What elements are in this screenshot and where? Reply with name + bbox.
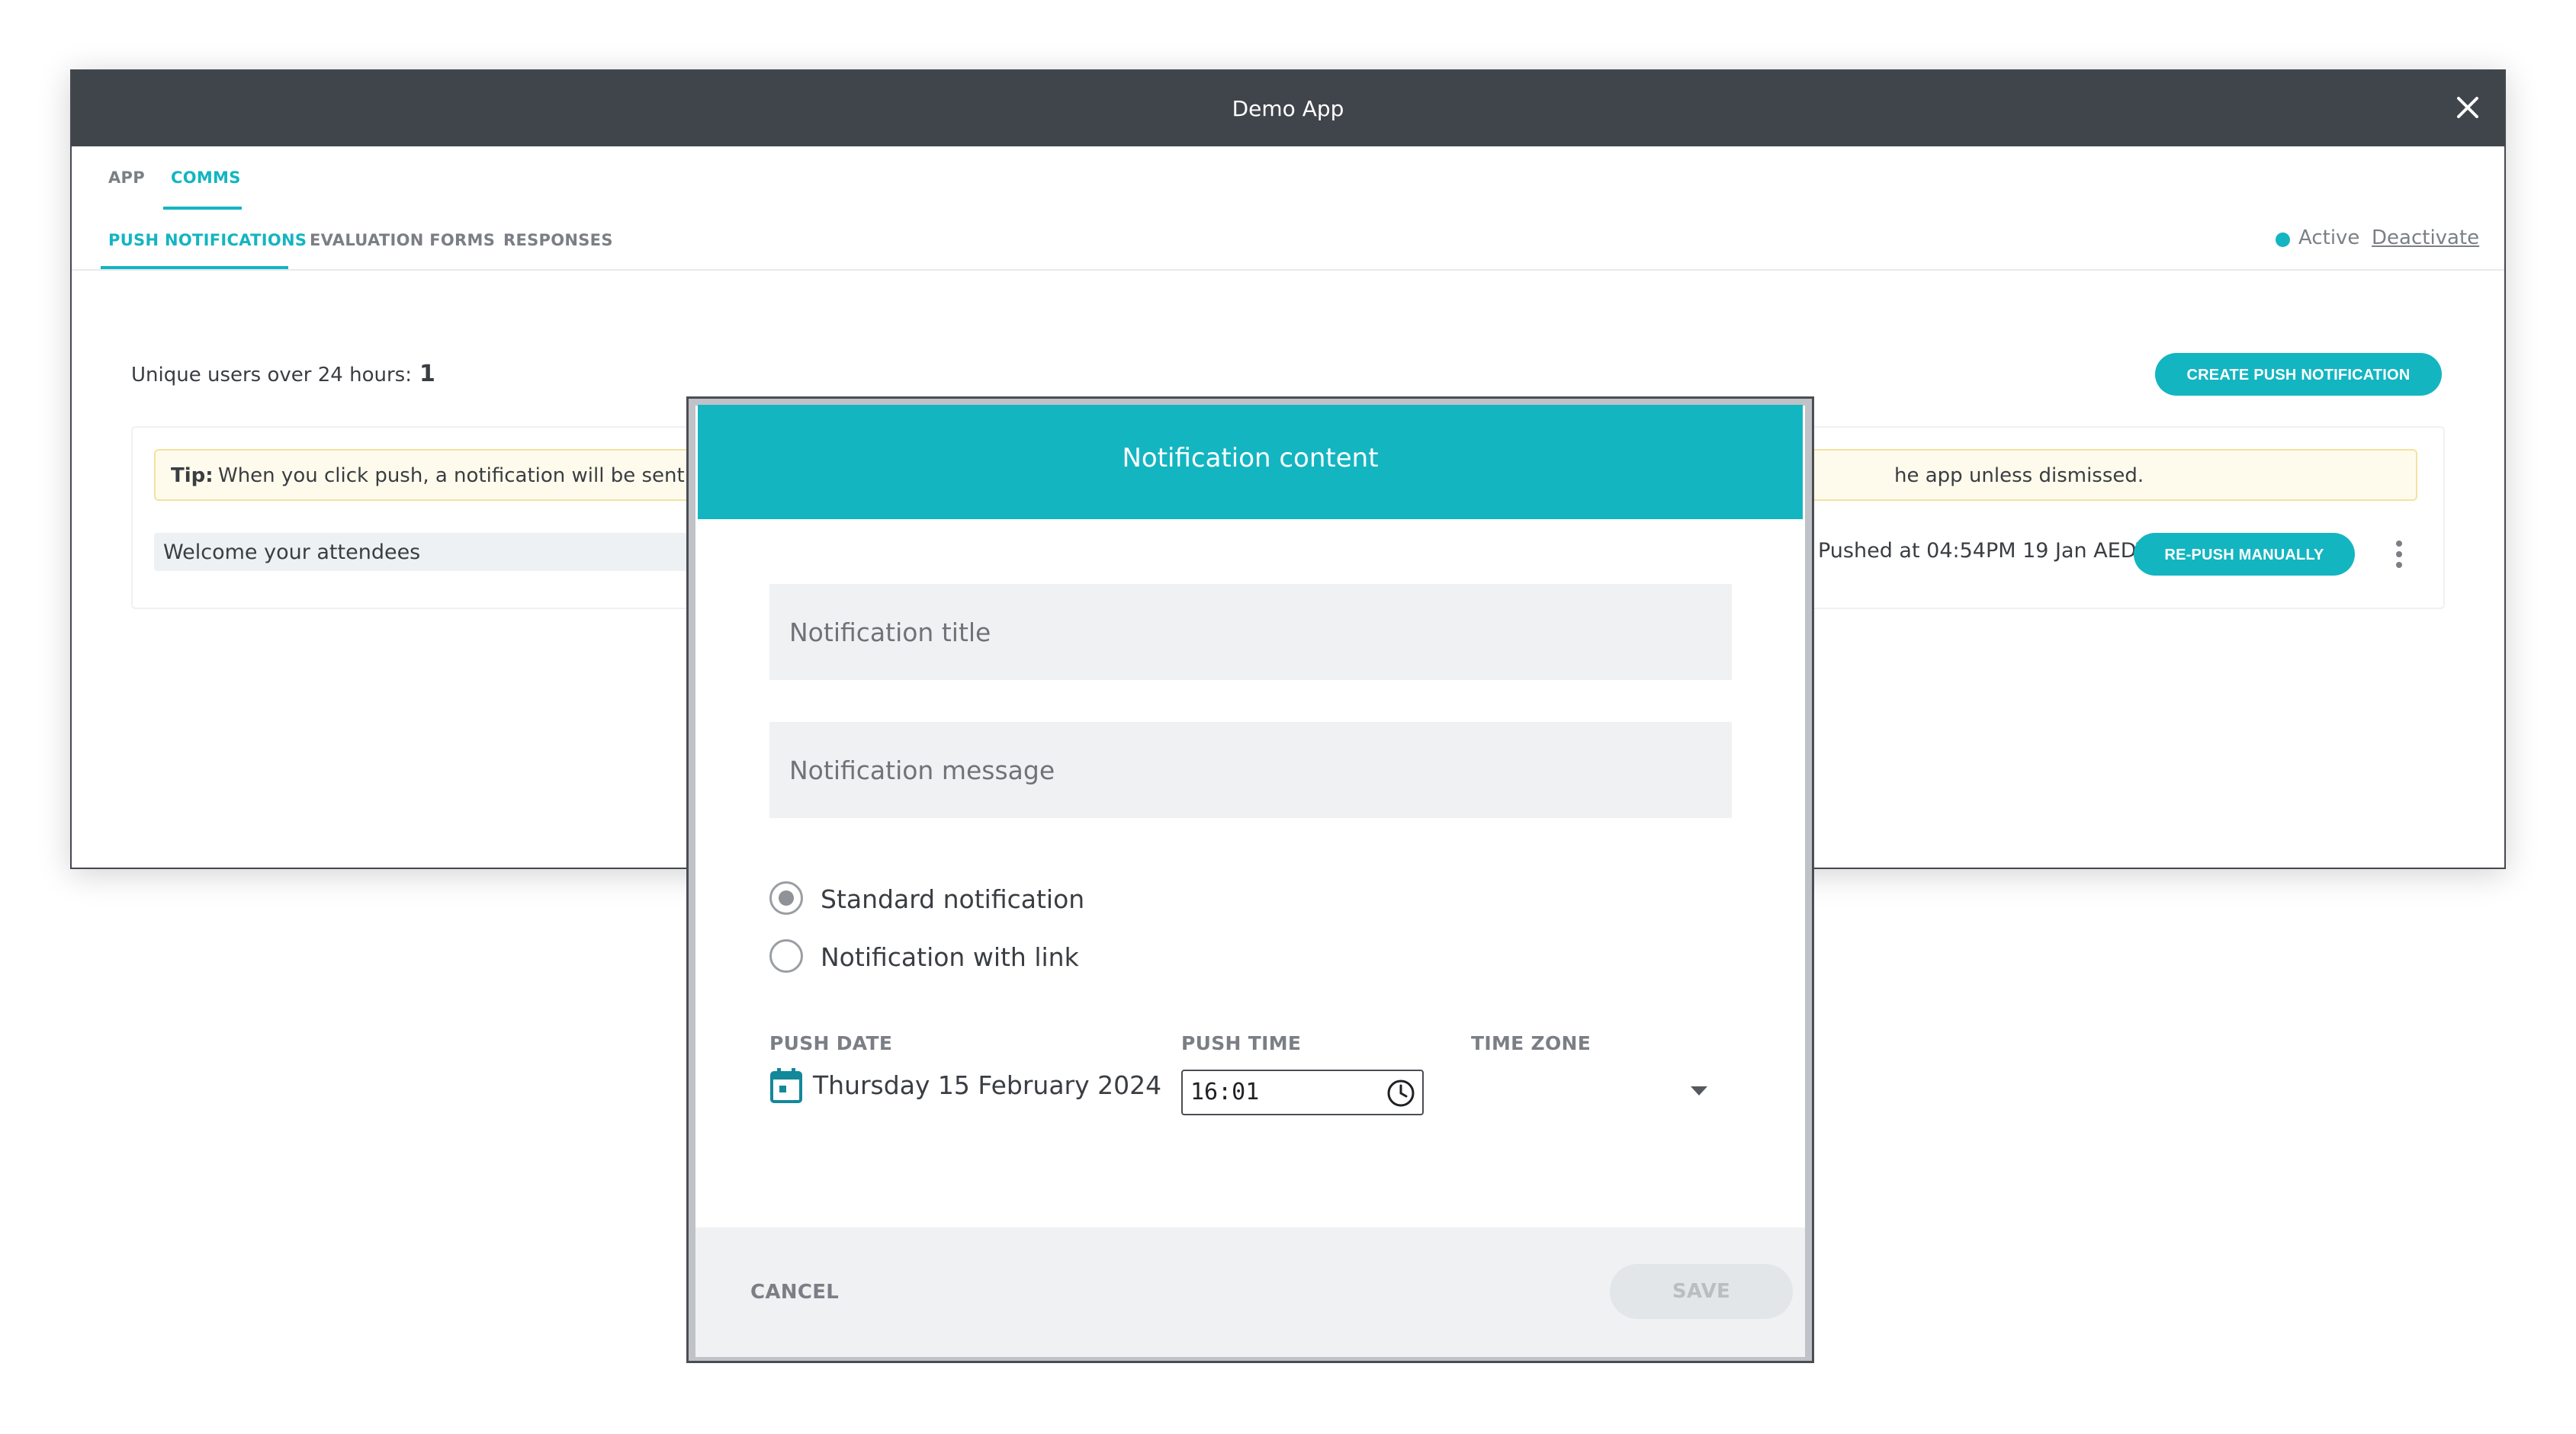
notification-message-field[interactable] [769,722,1732,818]
notification-with-link-radio[interactable] [769,939,803,973]
close-button[interactable] [2448,88,2488,127]
status-text: Active [2298,226,2360,249]
tip-text: When you click push, a notification will… [218,464,730,487]
notification-row-title: Welcome your attendees [163,541,421,564]
tip-label: Tip: [171,464,214,487]
standard-notification-label[interactable]: Standard notification [821,884,1084,914]
re-push-manually-button[interactable]: RE-PUSH MANUALLY [2134,533,2355,576]
chevron-down-icon [1691,1086,1707,1096]
notification-title-input[interactable] [769,584,1732,680]
date-picker-button[interactable] [769,1067,803,1104]
notification-title-field[interactable] [769,584,1732,680]
standard-notification-radio[interactable] [769,881,803,915]
subtab-responses[interactable]: RESPONSES [503,231,613,249]
modal-body: Notification content [698,405,1803,1355]
tab-comms-indicator [163,207,242,210]
notification-with-link-label[interactable]: Notification with link [821,942,1079,972]
close-icon [2457,97,2478,118]
cancel-button[interactable]: CANCEL [750,1281,839,1304]
tab-comms[interactable]: COMMS [171,168,241,187]
deactivate-link[interactable]: Deactivate [2372,226,2479,249]
modal-header: Notification content [698,405,1803,519]
status-indicator [2276,233,2290,247]
notification-content-modal: Notification content [686,396,1814,1363]
time-zone-label: TIME ZONE [1471,1032,1592,1054]
window-title: Demo App [1232,96,1344,121]
modal-title: Notification content [1122,443,1379,473]
clock-icon[interactable] [1386,1078,1416,1108]
tip-text-end: he app unless dismissed. [1894,464,2144,487]
unique-users-label: Unique users over 24 hours: [131,364,412,387]
push-date-label: PUSH DATE [769,1032,893,1054]
notification-pushed-at: Pushed at 04:54PM 19 Jan AEDT [1818,539,2150,563]
notification-row-title-box[interactable]: Welcome your attendees [154,533,703,571]
unique-users-stat: Unique users over 24 hours: 1 [131,361,435,387]
calendar-icon [770,1068,802,1103]
modal-footer: CANCEL SAVE [695,1227,1805,1357]
subtab-evaluation-forms[interactable]: EVALUATION FORMS [310,231,495,249]
notification-message-input[interactable] [769,722,1732,818]
row-more-button[interactable] [2390,539,2408,569]
push-time-value: 16:01 [1190,1079,1260,1105]
push-date-value[interactable]: Thursday 15 February 2024 [813,1070,1161,1100]
window-titlebar: Demo App [72,71,2504,146]
save-button[interactable]: SAVE [1610,1264,1793,1319]
create-push-notification-button[interactable]: CREATE PUSH NOTIFICATION [2155,353,2442,396]
tab-app[interactable]: APP [108,168,145,187]
more-vertical-icon [2396,541,2402,568]
subtab-push-notifications[interactable]: PUSH NOTIFICATIONS [108,231,307,249]
time-zone-select[interactable] [1471,1070,1723,1115]
subtab-divider [72,269,2504,271]
unique-users-count: 1 [419,361,435,387]
push-time-label: PUSH TIME [1181,1032,1302,1054]
push-time-input[interactable]: 16:01 [1181,1070,1424,1115]
